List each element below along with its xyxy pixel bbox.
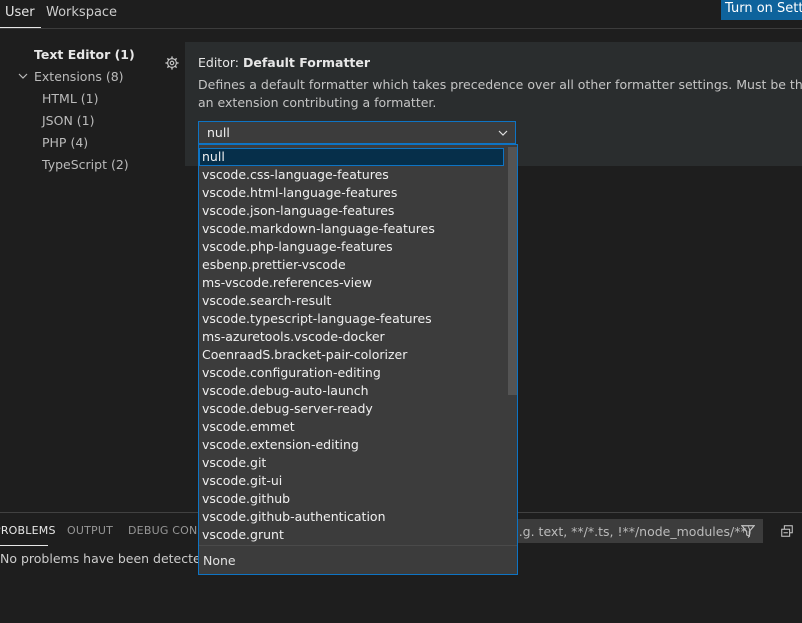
toc-item-extensions[interactable]: Extensions (8) xyxy=(34,69,124,84)
dropdown-option[interactable]: vscode.php-language-features xyxy=(199,238,504,256)
toc-item-html[interactable]: HTML (1) xyxy=(42,91,98,106)
active-tab-indicator xyxy=(0,545,48,546)
setting-description-line-1: Defines a default formatter which takes … xyxy=(198,77,802,92)
chevron-down-icon xyxy=(498,130,508,136)
setting-name: Default Formatter xyxy=(242,55,371,70)
tab-user[interactable]: User xyxy=(0,0,41,28)
dropdown-option[interactable]: vscode.git xyxy=(199,454,504,472)
setting-description: Defines a default formatter which takes … xyxy=(198,76,802,112)
dropdown-option[interactable]: vscode.css-language-features xyxy=(199,166,504,184)
setting-description-line-2: an extension contributing a formatter. xyxy=(198,95,437,110)
filter-placeholder: e.g. text, **/*.ts, !**/node_modules/**) xyxy=(511,524,752,539)
select-value: null xyxy=(207,125,230,140)
collapse-all-icon[interactable] xyxy=(780,524,794,538)
dropdown-option[interactable]: null xyxy=(199,148,504,166)
dropdown-option[interactable]: esbenp.prettier-vscode xyxy=(199,256,504,274)
dropdown-option[interactable]: ms-vscode.references-view xyxy=(199,274,504,292)
dropdown-scrollbar[interactable] xyxy=(508,147,517,395)
dropdown-option[interactable]: vscode.github xyxy=(199,490,504,508)
toc-item-json[interactable]: JSON (1) xyxy=(42,113,95,128)
toc-item-php[interactable]: PHP (4) xyxy=(42,135,88,150)
dropdown-option[interactable]: vscode.grunt xyxy=(199,526,504,544)
dropdown-option[interactable]: vscode.markdown-language-features xyxy=(199,220,504,238)
settings-editor: User Workspace Turn on Settings Sync Tex… xyxy=(0,0,802,623)
dropdown-option[interactable]: vscode.git-ui xyxy=(199,472,504,490)
turn-on-settings-sync-button[interactable]: Turn on Settings Sync xyxy=(721,0,802,20)
setting-title: Editor: Default Formatter xyxy=(198,55,370,70)
tab-output[interactable]: OUTPUT xyxy=(67,524,113,537)
dropdown-option[interactable]: ms-azuretools.vscode-docker xyxy=(199,328,504,346)
gear-icon[interactable] xyxy=(165,56,179,70)
dropdown-option[interactable]: vscode.extension-editing xyxy=(199,436,504,454)
dropdown-option[interactable]: vscode.emmet xyxy=(199,418,504,436)
dropdown-option[interactable]: vscode.configuration-editing xyxy=(199,364,504,382)
dropdown-option[interactable]: vscode.json-language-features xyxy=(199,202,504,220)
setting-category: Editor: xyxy=(198,55,243,70)
default-formatter-select[interactable]: null xyxy=(198,121,516,144)
dropdown-option[interactable]: vscode.typescript-language-features xyxy=(199,310,504,328)
toc-item-text-editor[interactable]: Text Editor (1) xyxy=(34,47,135,62)
problems-filter-input[interactable]: e.g. text, **/*.ts, !**/node_modules/**) xyxy=(505,519,763,543)
dropdown-option[interactable]: CoenraadS.bracket-pair-colorizer xyxy=(199,346,504,364)
dropdown-option[interactable]: vscode.github-authentication xyxy=(199,508,504,526)
dropdown-separator xyxy=(199,545,517,546)
dropdown-option[interactable]: vscode.debug-server-ready xyxy=(199,400,504,418)
tab-problems[interactable]: PROBLEMS xyxy=(0,524,56,537)
dropdown-option[interactable]: vscode.search-result xyxy=(199,292,504,310)
toc-item-typescript[interactable]: TypeScript (2) xyxy=(42,157,129,172)
settings-scope-tabs: User Workspace Turn on Settings Sync xyxy=(0,0,802,29)
formatter-dropdown-list: null vscode.css-language-features vscode.h… xyxy=(198,144,518,575)
tab-workspace[interactable]: Workspace xyxy=(46,0,117,27)
option-description: None xyxy=(203,553,236,568)
filter-icon[interactable] xyxy=(741,524,755,538)
chevron-down-icon[interactable] xyxy=(17,71,29,81)
dropdown-option[interactable]: vscode.html-language-features xyxy=(199,184,504,202)
dropdown-option[interactable]: vscode.debug-auto-launch xyxy=(199,382,504,400)
